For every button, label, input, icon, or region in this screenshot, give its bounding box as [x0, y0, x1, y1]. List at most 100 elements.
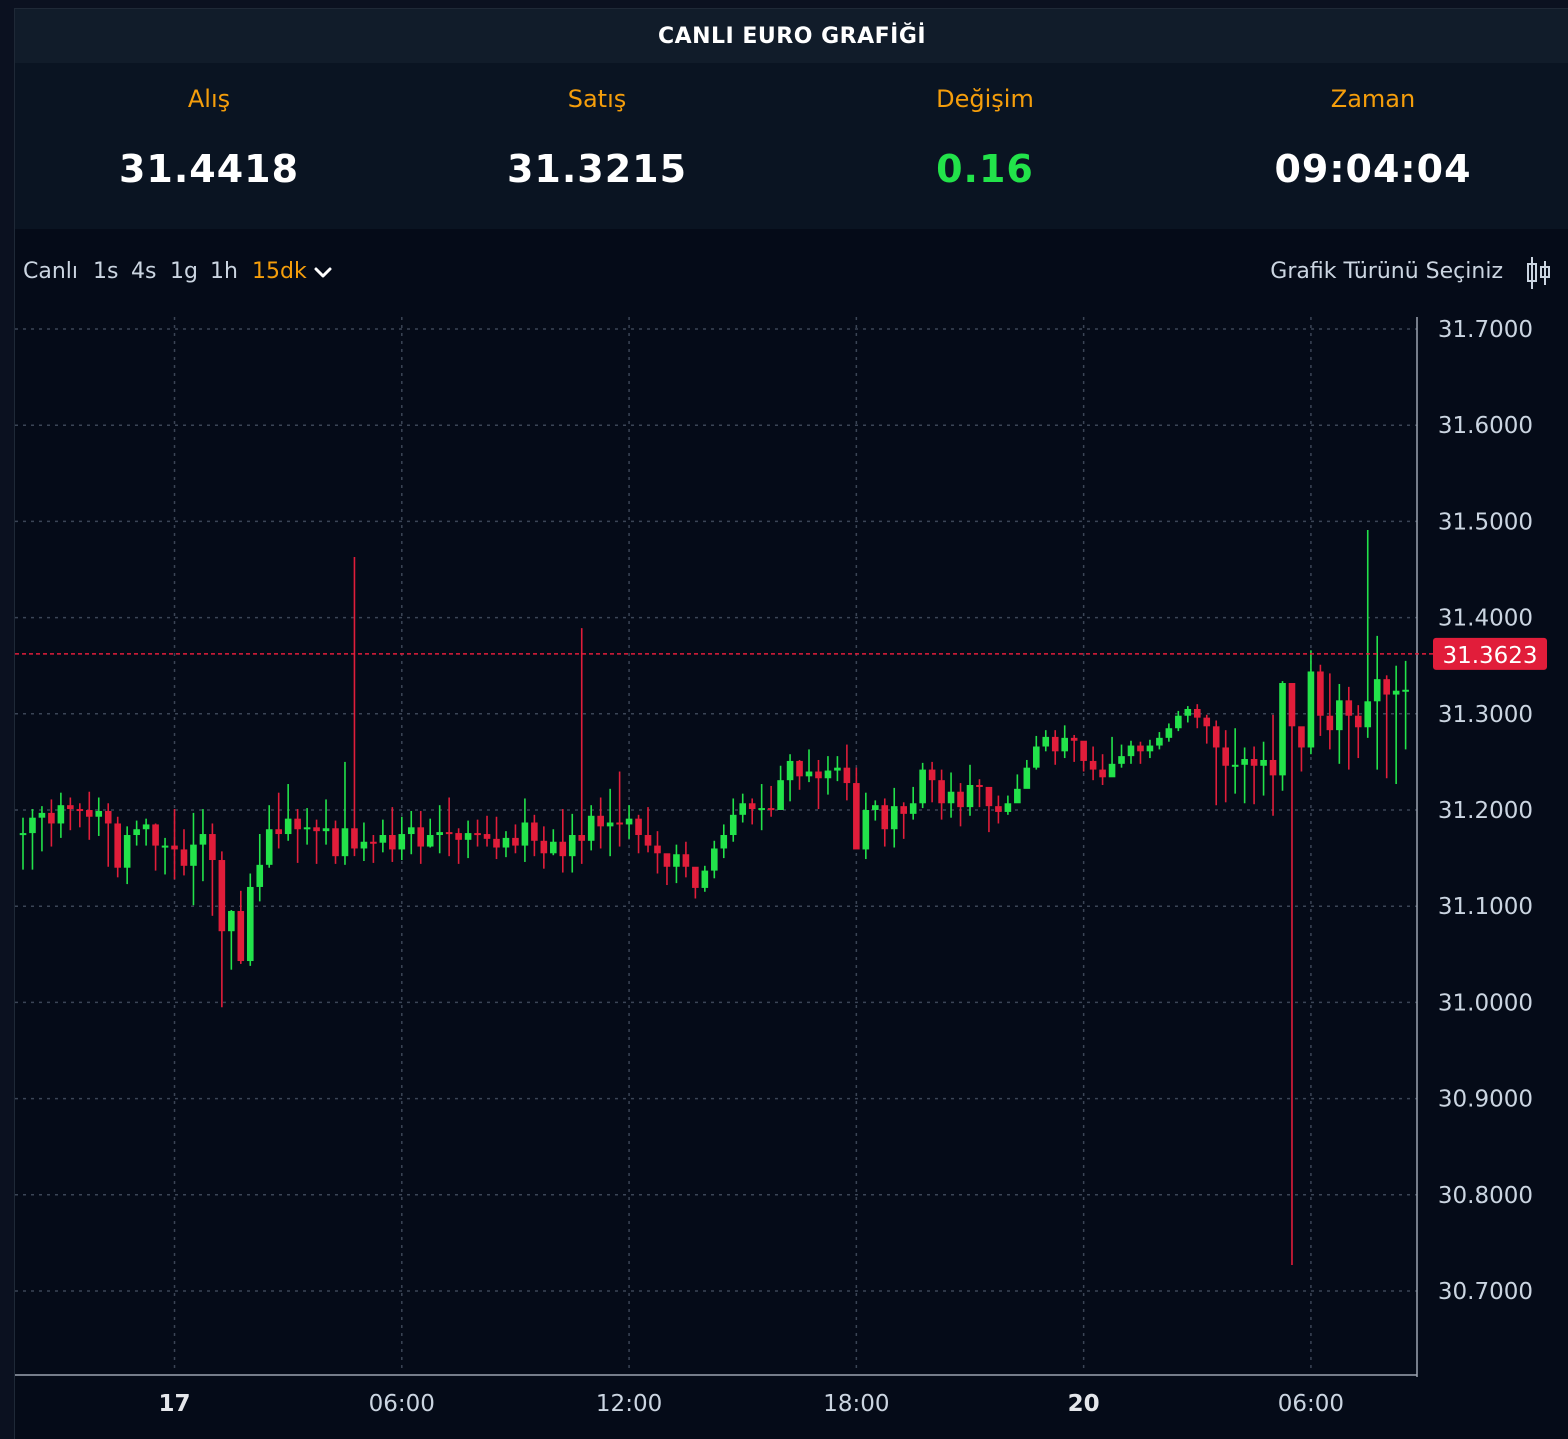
y-tick-label: 30.9000: [1438, 1087, 1533, 1113]
candle-body: [1042, 736, 1050, 747]
candle-body: [48, 812, 55, 824]
candle-body: [142, 824, 150, 830]
candle-body: [284, 818, 292, 835]
x-tick-label: 17: [159, 1391, 191, 1417]
candle-body: [341, 828, 349, 857]
candle-body: [1137, 745, 1144, 752]
candle-body: [786, 760, 794, 781]
candle-body: [1373, 679, 1381, 702]
candle-body: [919, 769, 926, 804]
y-tick-label: 30.7000: [1438, 1279, 1533, 1305]
candle-body: [19, 833, 27, 836]
candle-body: [171, 845, 178, 850]
candle-body: [616, 822, 623, 825]
y-tick-label: 31.3000: [1438, 702, 1533, 728]
candle-body: [976, 784, 983, 787]
candle-body: [701, 870, 709, 888]
candle-body: [389, 835, 396, 850]
candle-body: [190, 844, 197, 866]
candle-body: [455, 833, 462, 840]
candle-body: [303, 827, 311, 830]
candle-body: [1070, 737, 1078, 741]
candle-body: [1222, 747, 1229, 766]
candle-body: [332, 828, 339, 857]
candle-body: [265, 829, 273, 865]
candle-body: [1193, 708, 1201, 718]
candle-body: [256, 864, 264, 887]
candle-body: [1336, 700, 1343, 731]
candle-body: [540, 840, 548, 854]
candlestick-chart: 31.7000 31.6000 31.5000 31.4000 31.3000 31.20…: [15, 317, 1547, 1417]
candle-body: [313, 827, 320, 832]
candle-body: [654, 845, 661, 854]
candle-body: [218, 860, 226, 932]
candle-body: [1269, 759, 1277, 776]
candle-body: [1307, 671, 1315, 748]
y-tick-label: 31.4000: [1438, 606, 1533, 632]
candle-body: [512, 837, 519, 846]
candle-body: [1127, 745, 1135, 757]
candle-body: [928, 769, 936, 781]
candle-body: [1061, 737, 1068, 752]
candle-body: [758, 808, 765, 811]
candle-body: [597, 815, 604, 827]
candle-body: [777, 780, 784, 810]
candle-body: [199, 834, 207, 845]
candle-body: [123, 835, 131, 868]
candle-body: [29, 817, 36, 834]
candle-body: [360, 841, 368, 849]
candle-body: [711, 848, 718, 871]
candle-body: [1279, 683, 1286, 776]
candle-body: [692, 866, 699, 888]
candle-body: [824, 770, 832, 779]
candle-body: [502, 837, 510, 848]
candle-body: [436, 832, 443, 836]
candle-body: [872, 805, 879, 810]
candle-body: [38, 812, 46, 818]
candle-body: [1032, 746, 1040, 768]
candle-body: [938, 780, 945, 804]
x-tick-label: 06:00: [369, 1391, 435, 1417]
candle-body: [426, 835, 434, 847]
candle-body: [133, 829, 140, 836]
candle-body: [104, 810, 112, 824]
candle-body: [1175, 715, 1182, 729]
candle-body: [464, 833, 472, 840]
candle-body: [474, 833, 481, 836]
candle-body: [1345, 700, 1353, 716]
y-tick-label: 31.6000: [1438, 413, 1533, 439]
candle-body: [957, 791, 964, 808]
chart-widget: CANLI EURO GRAFİĞİ Alış 31.4418 Satış 31…: [14, 8, 1568, 1439]
candle-body: [1099, 769, 1106, 778]
candle-body: [748, 803, 756, 810]
candle-body: [1023, 767, 1031, 789]
candle-body: [682, 854, 690, 867]
candle-body: [370, 841, 377, 844]
candle-body: [1118, 756, 1125, 764]
candle-body: [606, 822, 614, 827]
candle-body: [1298, 726, 1305, 748]
candle-body: [550, 841, 557, 854]
candle-body: [625, 818, 633, 825]
x-tick-label: 18:00: [823, 1391, 889, 1417]
candle-body: [379, 835, 387, 843]
candle-body: [881, 805, 889, 830]
candle-body: [673, 854, 680, 867]
candle-body: [1156, 737, 1163, 746]
candle-body: [246, 886, 254, 962]
candle-body: [209, 834, 216, 861]
candle-body: [853, 783, 860, 850]
candle-body: [995, 806, 1002, 812]
y-tick-label: 30.8000: [1438, 1183, 1533, 1209]
candle-body: [985, 786, 993, 807]
candle-body: [445, 832, 453, 835]
candle-body: [635, 818, 642, 836]
candle-body: [1004, 803, 1012, 812]
candle-body: [85, 810, 93, 817]
candle-body: [67, 805, 74, 810]
candle-body: [1089, 760, 1097, 770]
candle-body: [1108, 763, 1116, 778]
candle-body: [796, 760, 803, 777]
candle-body: [862, 810, 870, 850]
candle-body: [1146, 745, 1154, 752]
